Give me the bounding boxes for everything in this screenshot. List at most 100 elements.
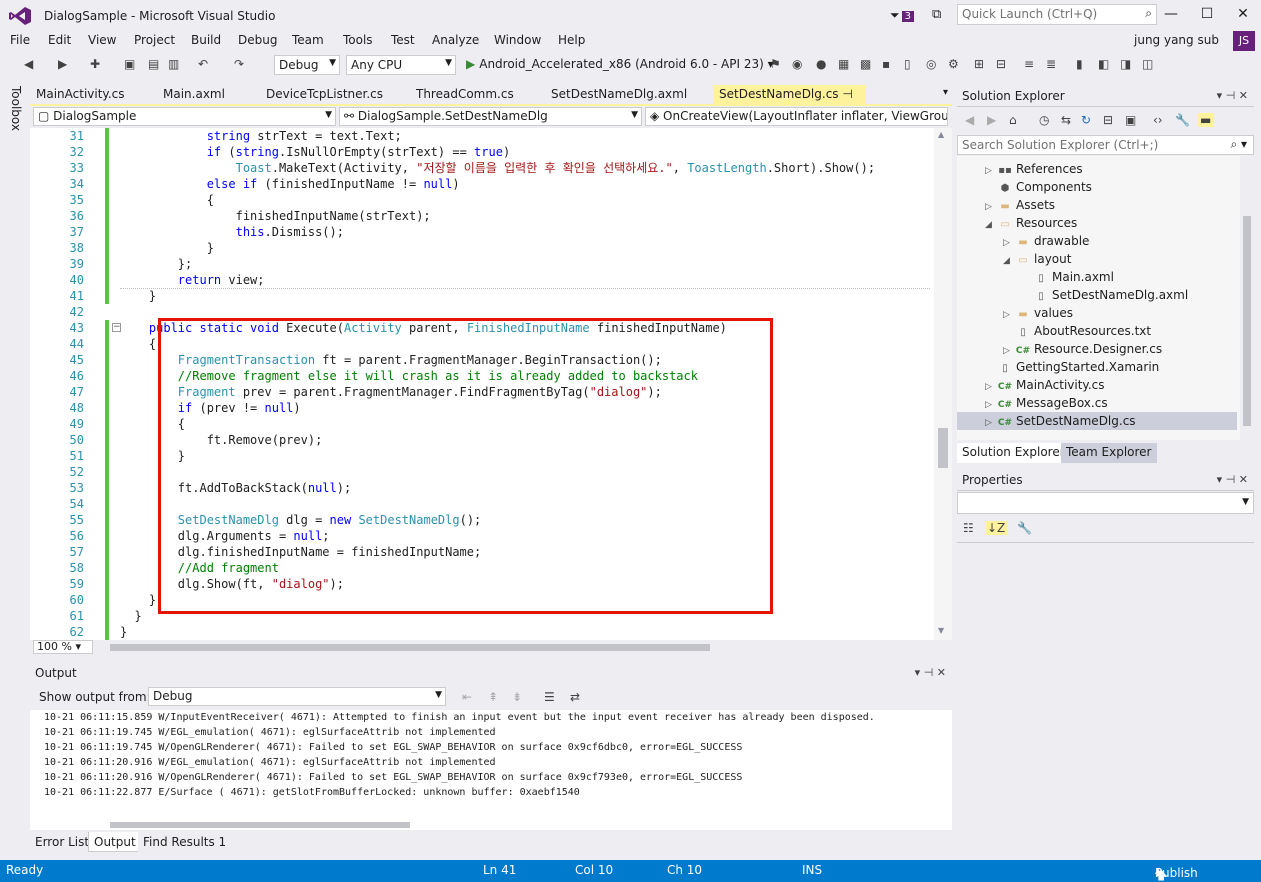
breakpoint-icon[interactable]: ◉	[792, 57, 802, 71]
tree-item[interactable]: ▯ SetDestNameDlg.axml	[957, 286, 1237, 304]
solution-platform-select[interactable]: Any CPU ▼	[346, 55, 456, 75]
menu-analyze[interactable]: Analyze	[432, 33, 479, 47]
flag-icon[interactable]: ⏷	[890, 8, 900, 22]
tree-item[interactable]: ▷ C# SetDestNameDlg.cs	[957, 412, 1237, 430]
forward-icon[interactable]: ▶	[58, 57, 67, 71]
quick-launch-input[interactable]: Quick Launch (Ctrl+Q) ⌕	[957, 4, 1157, 25]
back-icon[interactable]: ◀	[24, 57, 33, 71]
redo-icon[interactable]: ↷	[234, 57, 244, 71]
align-icon[interactable]: ⊞	[974, 57, 984, 71]
output-horizontal-scrollbar[interactable]	[110, 822, 410, 828]
menu-project[interactable]: Project	[134, 33, 175, 47]
tree-item[interactable]: ▷ ▬ drawable	[957, 232, 1237, 250]
outline-collapse-icon[interactable]: −	[112, 323, 121, 332]
uncomment-icon[interactable]: ≣	[1046, 57, 1056, 71]
tab-mainactivity-cs[interactable]: MainActivity.cs	[30, 85, 130, 105]
code-line[interactable]: 62}	[30, 624, 935, 640]
bookmark-icon[interactable]: ▮	[1076, 57, 1083, 71]
solution-config-select[interactable]: Debug ▼	[274, 55, 340, 75]
code-line[interactable]: 32 if (string.IsNullOrEmpty(strText) == …	[30, 144, 935, 160]
editor-horizontal-scrollbar[interactable]	[110, 644, 710, 651]
prev-bookmark-icon[interactable]: ◧	[1098, 57, 1109, 71]
show-all-files-icon[interactable]: ▣	[1125, 113, 1136, 127]
clear-bookmark-icon[interactable]: ◫	[1142, 57, 1153, 71]
project-dropdown[interactable]: ▢ DialogSample ▼	[33, 107, 336, 126]
class-dropdown[interactable]: ⚯ DialogSample.SetDestNameDlg ▼	[339, 107, 642, 126]
tree-item[interactable]: ▷ C# Resource.Designer.cs	[957, 340, 1237, 358]
menu-tools[interactable]: Tools	[343, 33, 373, 47]
code-line[interactable]: 38 }	[30, 240, 935, 256]
profiler-icon[interactable]: ◎	[926, 57, 936, 71]
menu-window[interactable]: Window	[494, 33, 541, 47]
member-dropdown[interactable]: ◈ OnCreateView(LayoutInflater inflater, …	[645, 107, 948, 126]
code-line[interactable]: 35 {	[30, 192, 935, 208]
menu-debug[interactable]: Debug	[238, 33, 277, 47]
prev-message-icon[interactable]: ⇞	[488, 690, 498, 704]
forward-icon[interactable]: ▶	[987, 113, 996, 127]
tree-item[interactable]: ⬢ Components	[957, 178, 1237, 196]
tree-item[interactable]: ▷ ▪▪ References	[957, 160, 1237, 178]
solution-explorer-search[interactable]: Search Solution Explorer (Ctrl+;) ⌕ ▾	[957, 135, 1254, 155]
layout-icon[interactable]: ⊟	[996, 57, 1006, 71]
next-message-icon[interactable]: ⇟	[512, 690, 522, 704]
tree-item[interactable]: ▷ ▬ values	[957, 304, 1237, 322]
scroll-thumb[interactable]	[938, 428, 948, 468]
tab-threadcomm-cs[interactable]: ThreadComm.cs	[410, 85, 520, 105]
tab-overflow-icon[interactable]: ▾	[943, 87, 948, 98]
stop-icon[interactable]: ●	[816, 57, 826, 71]
tab-team-explorer[interactable]: Team Explorer	[1061, 443, 1157, 463]
clear-all-icon[interactable]: ☰	[544, 690, 555, 704]
publish-button[interactable]: 🡅 Publish ▴	[1155, 863, 1198, 882]
start-debugging-button[interactable]: ▶ Android_Accelerated_x86 (Android 6.0 - …	[466, 57, 774, 71]
scroll-thumb[interactable]	[1243, 216, 1251, 426]
feedback-icon[interactable]: ⧉	[932, 7, 941, 22]
code-line[interactable]: 41 }	[30, 288, 935, 304]
settings-icon[interactable]: ⚙	[948, 57, 959, 71]
tab-setdestnamedlg-axml[interactable]: SetDestNameDlg.axml	[545, 85, 693, 105]
code-editor[interactable]: 31 string strText = text.Text; 32 if (str…	[30, 128, 952, 640]
pending-changes-icon[interactable]: ◷	[1039, 113, 1049, 127]
alphabetical-icon[interactable]: ↓Z	[985, 521, 1008, 535]
editor-vertical-scrollbar[interactable]: ▲ ▼	[934, 128, 952, 640]
tree-item[interactable]: ◢ ▭ layout	[957, 250, 1237, 268]
solution-tree[interactable]: ▷ ▪▪ References ⬢ Components ▷ ▬ Assets ◢ ▭ Resour…	[957, 156, 1254, 440]
new-project-icon[interactable]: ✚	[90, 57, 100, 71]
avatar[interactable]: JS	[1233, 31, 1255, 51]
tab-output[interactable]: Output	[88, 832, 142, 852]
expander-icon[interactable]: ▷	[985, 414, 997, 432]
console-icon[interactable]: ▪	[882, 57, 890, 71]
solution-explorer-scrollbar[interactable]	[1240, 156, 1254, 440]
minimize-button[interactable]: —	[1153, 0, 1189, 28]
scroll-down-icon[interactable]: ▼	[938, 626, 944, 635]
pane-controls[interactable]: ▾ ⊣ ✕	[915, 666, 946, 679]
tab-solution-explorer[interactable]: Solution Explorer	[957, 443, 1070, 463]
output-source-select[interactable]: Debug ▼	[148, 687, 446, 706]
avd-icon[interactable]: ▩	[860, 57, 871, 71]
device-log-icon[interactable]: ▯	[904, 57, 911, 71]
preview-selected-icon[interactable]: ▬	[1197, 113, 1215, 127]
pane-controls[interactable]: ▾ ⊣ ✕	[1217, 89, 1248, 102]
sdk-icon[interactable]: ▦	[838, 57, 849, 71]
categorized-icon[interactable]: ☷	[963, 521, 974, 535]
tab-main-axml[interactable]: Main.axml	[157, 85, 231, 105]
tree-item[interactable]: ▯ AboutResources.txt	[957, 322, 1237, 340]
code-line[interactable]: 33 Toast.MakeText(Activity, "저장할 이름을 입력한…	[30, 160, 935, 176]
menu-build[interactable]: Build	[191, 33, 221, 47]
tree-item[interactable]: ▯ GettingStarted.Xamarin	[957, 358, 1237, 376]
home-icon[interactable]: ⌂	[1009, 113, 1017, 127]
undo-icon[interactable]: ↶	[198, 57, 208, 71]
code-line[interactable]: 31 string strText = text.Text;	[30, 128, 935, 144]
sync-icon[interactable]: ⇆	[1061, 113, 1071, 127]
tab-error-list[interactable]: Error List	[30, 832, 95, 852]
menu-test[interactable]: Test	[391, 33, 415, 47]
output-text[interactable]: 10-21 06:11:15.859 W/InputEventReceiver(…	[30, 710, 952, 830]
find-message-icon[interactable]: ⇤	[462, 690, 472, 704]
tree-item[interactable]: ▷ C# MessageBox.cs	[957, 394, 1237, 412]
pane-controls[interactable]: ▾ ⊣ ✕	[1217, 473, 1248, 486]
code-line[interactable]: 40 return view;	[30, 272, 935, 288]
refresh-icon[interactable]: ↻	[1081, 113, 1091, 127]
close-button[interactable]: ✕	[1225, 0, 1261, 28]
code-line[interactable]: 39 };	[30, 256, 935, 272]
menu-team[interactable]: Team	[292, 33, 324, 47]
search-icon[interactable]: ⌕	[1145, 6, 1152, 21]
